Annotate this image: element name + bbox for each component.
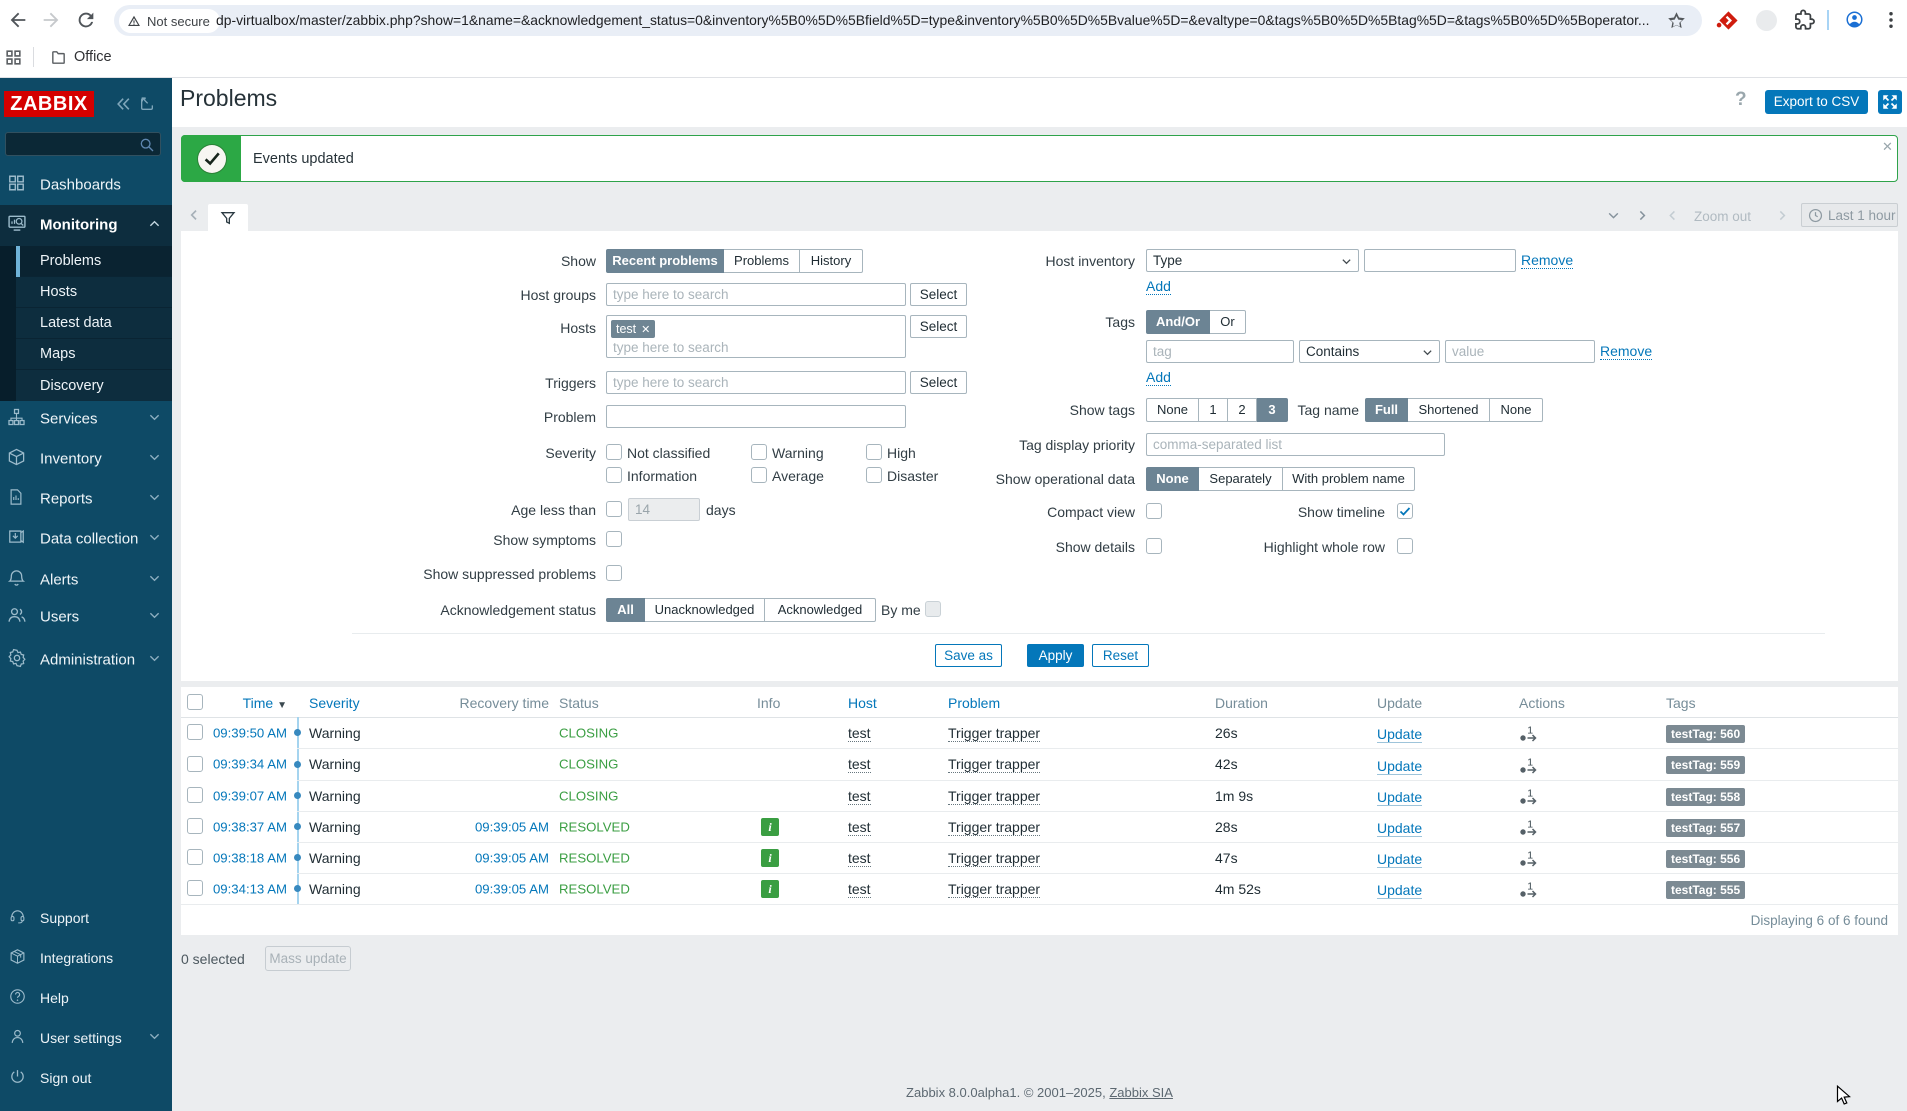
svg-text:1: 1: [1527, 881, 1533, 893]
svg-text:1: 1: [1527, 757, 1533, 769]
svg-text:1: 1: [1527, 725, 1533, 737]
svg-text:1: 1: [1527, 788, 1533, 800]
svg-text:1: 1: [1527, 819, 1533, 831]
svg-text:1: 1: [1527, 850, 1533, 862]
